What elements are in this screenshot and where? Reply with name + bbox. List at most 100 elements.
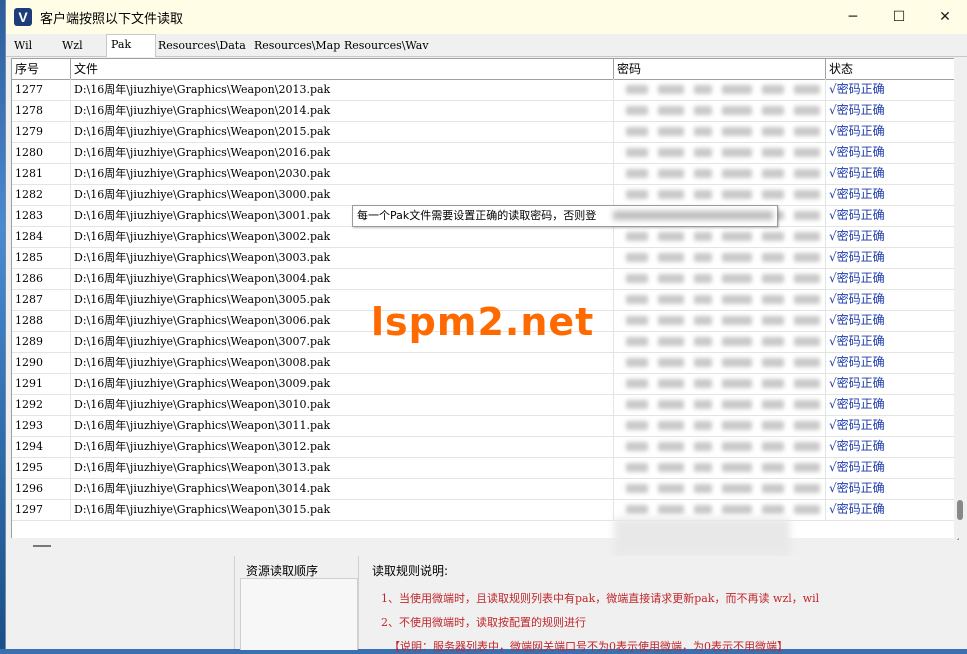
password-blur <box>762 316 784 325</box>
password-blur <box>794 337 820 346</box>
cell-index: 1297 <box>12 499 71 520</box>
cell-status: √密码正确 <box>826 121 958 142</box>
cell-status: √密码正确 <box>826 163 958 184</box>
bottom-panel: 资源读取顺序 读取规则说明: 1、当使用微端时，且读取规则列表中有pak，微端直… <box>6 556 967 653</box>
table-row[interactable]: 1279 D:\16周年\jiuzhiye\Graphics\Weapon\201… <box>12 121 958 143</box>
horizontal-scroll-thumb[interactable] <box>33 545 51 547</box>
password-blur <box>794 211 820 220</box>
password-blur <box>794 442 820 451</box>
password-blur <box>722 232 752 241</box>
password-blur <box>658 274 684 283</box>
cell-index: 1287 <box>12 289 71 310</box>
resource-order-list[interactable] <box>240 578 358 650</box>
table-row[interactable]: 1294 D:\16周年\jiuzhiye\Graphics\Weapon\301… <box>12 436 958 458</box>
table-row[interactable]: 1285 D:\16周年\jiuzhiye\Graphics\Weapon\300… <box>12 247 958 269</box>
cell-password <box>614 163 826 184</box>
cell-index: 1295 <box>12 457 71 478</box>
table-row[interactable]: 1290 D:\16周年\jiuzhiye\Graphics\Weapon\300… <box>12 352 958 374</box>
password-blur <box>658 316 684 325</box>
table-row[interactable]: 1293 D:\16周年\jiuzhiye\Graphics\Weapon\301… <box>12 415 958 437</box>
tab-wzl[interactable]: Wzl <box>58 37 87 55</box>
table-row[interactable]: 1280 D:\16周年\jiuzhiye\Graphics\Weapon\201… <box>12 142 958 164</box>
tooltip-text: 每一个Pak文件需要设置正确的读取密码，否则登 <box>357 209 597 222</box>
header-status[interactable]: 状态 <box>826 59 958 79</box>
tab-bar: Wil Wzl Pak Resources\Data Resources\Map… <box>6 34 967 57</box>
header-password[interactable]: 密码 <box>614 59 826 79</box>
file-grid[interactable]: 序号 文件 密码 状态 1277 D:\16周年\jiuzhiye\Graphic… <box>11 58 959 540</box>
tab-resources-map[interactable]: Resources\Map <box>250 37 344 55</box>
password-blur <box>694 190 712 199</box>
password-blur <box>694 169 712 178</box>
password-blur <box>762 232 784 241</box>
tooltip-redaction <box>613 211 773 220</box>
vertical-scroll-thumb[interactable] <box>957 500 963 520</box>
password-blur <box>762 484 784 493</box>
password-blur <box>794 295 820 304</box>
table-row[interactable]: 1296 D:\16周年\jiuzhiye\Graphics\Weapon\301… <box>12 478 958 500</box>
cell-password <box>614 499 826 520</box>
password-blur <box>694 442 712 451</box>
table-row[interactable]: 1278 D:\16周年\jiuzhiye\Graphics\Weapon\201… <box>12 100 958 122</box>
tab-resources-wav[interactable]: Resources\Wav <box>340 37 433 55</box>
tab-pak[interactable]: Pak <box>106 34 156 57</box>
password-blur <box>794 127 820 136</box>
window-title: 客户端按照以下文件读取 <box>40 11 184 27</box>
cell-index: 1292 <box>12 394 71 415</box>
cell-index: 1281 <box>12 163 71 184</box>
table-row[interactable]: 1284 D:\16周年\jiuzhiye\Graphics\Weapon\300… <box>12 226 958 248</box>
title-bar[interactable]: V 客户端按照以下文件读取 ─ ☐ ✕ <box>6 0 967 34</box>
horizontal-scrollbar[interactable] <box>11 538 957 554</box>
tab-wil[interactable]: Wil <box>10 37 36 55</box>
cell-password <box>614 331 826 352</box>
rule-note: 【说明：服务器列表中，微端网关端口号不为0表示使用微端，为0表示不用微端】 <box>389 640 788 653</box>
header-index[interactable]: 序号 <box>12 59 71 79</box>
cell-password <box>614 184 826 205</box>
table-row[interactable]: 1281 D:\16周年\jiuzhiye\Graphics\Weapon\203… <box>12 163 958 185</box>
cell-file: D:\16周年\jiuzhiye\Graphics\Weapon\3015.pa… <box>71 499 614 520</box>
password-blur <box>762 190 784 199</box>
table-row[interactable]: 1286 D:\16周年\jiuzhiye\Graphics\Weapon\300… <box>12 268 958 290</box>
password-blur <box>626 106 648 115</box>
password-blur <box>722 253 752 262</box>
password-blur <box>694 85 712 94</box>
password-blur <box>722 358 752 367</box>
vertical-scrollbar[interactable] <box>954 58 966 538</box>
table-row[interactable]: 1292 D:\16周年\jiuzhiye\Graphics\Weapon\301… <box>12 394 958 416</box>
table-row[interactable]: 1277 D:\16周年\jiuzhiye\Graphics\Weapon\201… <box>12 79 958 101</box>
close-button[interactable]: ✕ <box>922 0 967 34</box>
cell-status: √密码正确 <box>826 373 958 394</box>
password-blur <box>762 442 784 451</box>
password-blur <box>658 442 684 451</box>
cell-password <box>614 415 826 436</box>
table-row[interactable]: 1297 D:\16周年\jiuzhiye\Graphics\Weapon\301… <box>12 499 958 521</box>
cell-file: D:\16周年\jiuzhiye\Graphics\Weapon\3014.pa… <box>71 478 614 499</box>
minimize-button[interactable]: ─ <box>830 0 876 34</box>
password-blur <box>658 169 684 178</box>
cell-file: D:\16周年\jiuzhiye\Graphics\Weapon\2014.pa… <box>71 100 614 121</box>
cell-index: 1288 <box>12 310 71 331</box>
cell-file: D:\16周年\jiuzhiye\Graphics\Weapon\3003.pa… <box>71 247 614 268</box>
cell-password <box>614 373 826 394</box>
cell-password <box>614 79 826 100</box>
tab-resources-data[interactable]: Resources\Data <box>154 37 250 55</box>
table-row[interactable]: 1282 D:\16周年\jiuzhiye\Graphics\Weapon\300… <box>12 184 958 206</box>
cell-status: √密码正确 <box>826 331 958 352</box>
cell-status: √密码正确 <box>826 247 958 268</box>
cell-password <box>614 478 826 499</box>
password-blur <box>722 484 752 493</box>
header-file[interactable]: 文件 <box>71 59 614 79</box>
password-blur <box>794 316 820 325</box>
password-blur <box>658 190 684 199</box>
table-row[interactable]: 1295 D:\16周年\jiuzhiye\Graphics\Weapon\301… <box>12 457 958 479</box>
password-blur <box>722 106 752 115</box>
password-blur <box>794 421 820 430</box>
password-blur <box>658 484 684 493</box>
password-blur <box>626 295 648 304</box>
table-row[interactable]: 1291 D:\16周年\jiuzhiye\Graphics\Weapon\300… <box>12 373 958 395</box>
password-blur <box>722 169 752 178</box>
password-blur <box>694 400 712 409</box>
password-blur <box>694 274 712 283</box>
maximize-button[interactable]: ☐ <box>876 0 922 34</box>
cell-file: D:\16周年\jiuzhiye\Graphics\Weapon\2013.pa… <box>71 79 614 100</box>
password-blur <box>626 253 648 262</box>
